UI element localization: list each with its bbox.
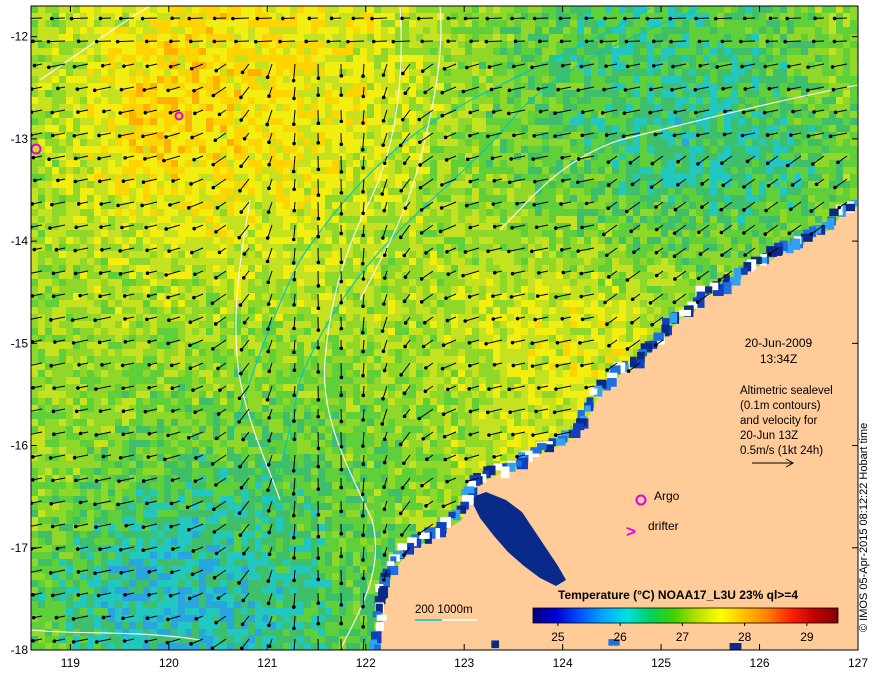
colorbar-title: Temperature (°C) NOAA17_L3U 23% ql>=4 [558, 588, 798, 602]
colorbar-tick-label: 28 [738, 630, 752, 644]
y-tick-label: -16 [11, 439, 29, 453]
date-label: 20-Jun-2009 [744, 336, 813, 350]
drifter-legend-label: drifter [648, 519, 679, 533]
x-tick-label: 119 [61, 656, 80, 670]
y-tick-label: -18 [11, 643, 29, 657]
x-tick-label: 122 [356, 656, 376, 670]
x-tick-label: 124 [553, 656, 573, 670]
plot-area [31, 6, 858, 650]
colorbar-tick-label: 29 [800, 630, 814, 644]
time-label: 13:34Z [759, 352, 798, 366]
info-line: and velocity for [740, 415, 818, 427]
info-line: (0.1m contours) [740, 400, 821, 412]
y-tick-label: -14 [11, 234, 29, 248]
x-tick-label: 126 [750, 656, 770, 670]
credit-text: © IMOS 05-Apr-2015 08:12:22 Hobart time [858, 422, 870, 632]
x-tick-label: 120 [159, 656, 179, 670]
y-tick-label: -12 [11, 30, 29, 44]
x-tick-label: 125 [651, 656, 671, 670]
info-line: 0.5m/s (1kt 24h) [740, 445, 824, 457]
colorbar-tick-label: 25 [551, 630, 565, 644]
argo-legend-label: Argo [654, 489, 680, 503]
x-tick-label: 127 [848, 656, 868, 670]
x-tick-label: 121 [257, 656, 277, 670]
depth-scale-label: 200 1000m [415, 604, 473, 616]
altimetry-info: Altimetric sealevel (0.1m contours) and … [740, 384, 833, 459]
date-time-label: 20-Jun-2009 13:34Z [726, 335, 831, 367]
colorbar-tick-label: 27 [676, 630, 690, 644]
info-line: Altimetric sealevel [740, 385, 833, 397]
sst-map-figure: 119 120 121 122 123 124 125 126 127 -12 -13 -14 -15 -… [0, 0, 880, 680]
y-tick-label: -17 [11, 541, 29, 555]
info-line: 20-Jun 13Z [740, 430, 799, 442]
x-tick-label: 123 [454, 656, 474, 670]
y-tick-label: -13 [11, 132, 29, 146]
drifter-symbol: > [626, 522, 636, 541]
colorbar-tick-label: 26 [613, 630, 627, 644]
y-tick-label: -15 [11, 336, 29, 350]
